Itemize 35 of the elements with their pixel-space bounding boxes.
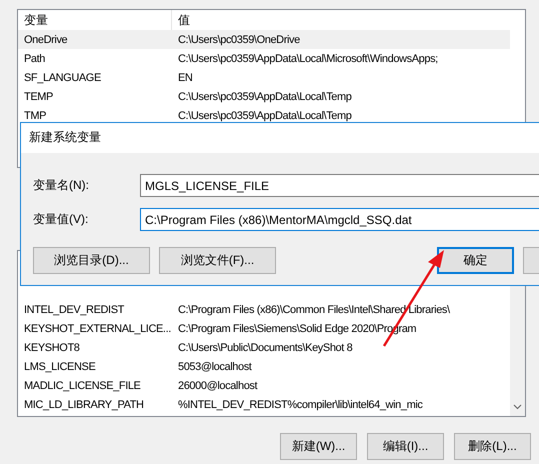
field-label: 变量值(V): <box>33 211 90 228</box>
variable-name: OneDrive <box>23 34 68 46</box>
variable-value: C:\Users\pc0359\OneDrive <box>177 34 301 46</box>
action-button[interactable]: 编辑(I)... <box>367 433 444 460</box>
variable-value: C:\Program Files (x86)\Common Files\Intel\Shared Libraries\ <box>177 304 451 316</box>
chevron-down-icon[interactable] <box>513 404 522 410</box>
input-field[interactable]: MGLS_LICENSE_FILE <box>140 174 539 197</box>
action-button[interactable]: 删除(L)... <box>454 433 531 460</box>
variable-name: TMP <box>23 110 48 122</box>
variable-value: C:\Users\pc0359\AppData\Local\Microsoft\WindowsApps; <box>177 52 439 64</box>
dialog-button[interactable]: 确定 <box>437 247 514 274</box>
column-header[interactable]: 值 <box>172 10 510 30</box>
variable-value: C:\Users\Public\Documents\KeyShot 8 <box>177 342 354 354</box>
variable-name: LMS_LICENSE <box>23 360 96 372</box>
variable-value: C:\Users\pc0359\AppData\Local\Temp <box>177 90 352 102</box>
variable-name: MADLIC_LICENSE_FILE <box>23 380 142 392</box>
variable-name: Path <box>23 52 46 64</box>
field-label: 变量名(N): <box>33 177 90 194</box>
variable-name: MIC_LD_LIBRARY_PATH <box>23 398 145 410</box>
dialog-title: 新建系统变量 <box>21 123 539 153</box>
dialog-button[interactable]: 浏览目录(D)... <box>33 247 150 274</box>
variable-value: 26000@localhost <box>177 380 258 392</box>
input-field[interactable]: C:\Program Files (x86)\MentorMA\mgcld_SSQ.dat <box>140 208 539 231</box>
variable-value: C:\Users\pc0359\AppData\Local\Temp <box>177 110 352 122</box>
variable-name: INTEL_DEV_REDIST <box>23 304 126 316</box>
variable-value: EN <box>177 72 194 84</box>
variable-name: KEYSHOT8 <box>23 342 80 354</box>
variable-name: TEMP <box>23 90 54 102</box>
list-row[interactable]: OneDrive C:\Users\pc0359\OneDrive <box>18 30 510 49</box>
variable-name: SF_LANGUAGE <box>23 72 102 84</box>
action-button[interactable]: 新建(W)... <box>280 433 357 460</box>
variable-name: KEYSHOT_EXTERNAL_LICE... <box>23 322 172 334</box>
dialog-button[interactable]: 浏览文件(F)... <box>159 247 276 274</box>
variable-value: 5053@localhost <box>177 360 253 372</box>
variable-value: %INTEL_DEV_REDIST%compiler\lib\intel64_win_mic <box>177 398 424 410</box>
